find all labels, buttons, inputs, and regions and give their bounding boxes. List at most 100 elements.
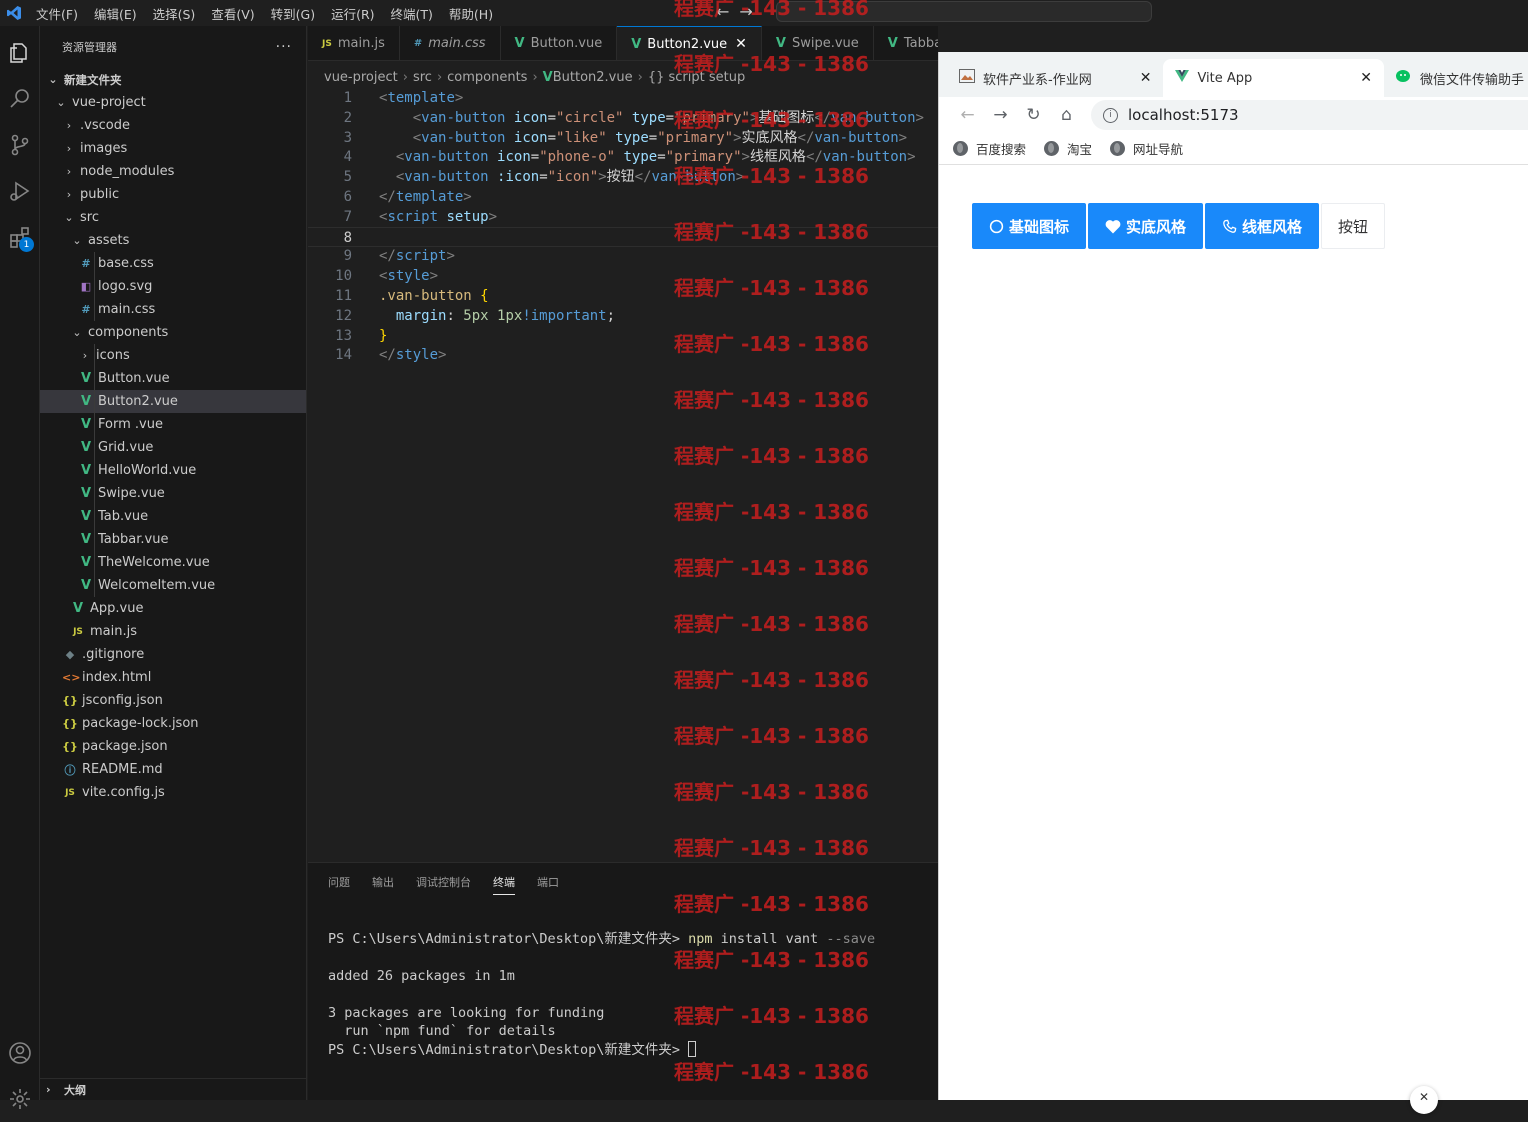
- breadcrumb-item[interactable]: Button2.vue: [553, 70, 633, 85]
- close-icon[interactable]: ✕: [1360, 70, 1372, 86]
- menu-item[interactable]: 编辑(E): [86, 4, 145, 23]
- file-tree-item[interactable]: ⌄ src: [40, 206, 306, 229]
- file-tree-item[interactable]: # base.css: [40, 252, 306, 275]
- file-tree-item[interactable]: V Button2.vue: [40, 390, 306, 413]
- run-debug-icon[interactable]: [0, 168, 40, 214]
- file-tree-item[interactable]: ⌄ vue-project: [40, 91, 306, 114]
- js-file-icon: JS: [73, 626, 83, 637]
- command-center-search[interactable]: [776, 1, 1152, 22]
- file-tree-item[interactable]: {} package-lock.json: [40, 712, 306, 735]
- file-tree-label: public: [80, 187, 120, 202]
- menu-item[interactable]: 选择(S): [145, 4, 204, 23]
- outline-label: 大纲: [64, 1083, 86, 1097]
- file-tree-item[interactable]: ◧ logo.svg: [40, 275, 306, 298]
- file-tree-item[interactable]: › public: [40, 183, 306, 206]
- vue-file-icon: V: [514, 36, 525, 51]
- panel-tab[interactable]: 端口: [537, 863, 559, 901]
- editor-tab[interactable]: V Button2.vue ✕: [617, 26, 762, 60]
- breadcrumb-item[interactable]: src: [413, 70, 432, 85]
- panel-tab[interactable]: 调试控制台: [416, 863, 471, 901]
- breadcrumb-item[interactable]: components: [447, 70, 527, 85]
- breadcrumb-item[interactable]: {} script setup: [648, 70, 745, 85]
- file-tree-item[interactable]: ⌄ assets: [40, 229, 306, 252]
- workspace-root-folder[interactable]: ⌄ 新建文件夹: [40, 68, 306, 91]
- nav-back-forward-icon[interactable]: ←→: [716, 2, 763, 21]
- file-tree-item[interactable]: V WelcomeItem.vue: [40, 574, 306, 597]
- forward-arrow-icon[interactable]: →: [984, 105, 1017, 125]
- menu-item[interactable]: 文件(F): [28, 4, 86, 23]
- file-tree-item[interactable]: V Grid.vue: [40, 436, 306, 459]
- menu-item[interactable]: 终端(T): [383, 4, 441, 23]
- terminal-flag: --save: [826, 930, 876, 947]
- file-tree-item[interactable]: V Tab.vue: [40, 505, 306, 528]
- code-token: van-button: [814, 129, 899, 146]
- editor-tab[interactable]: V Button.vue: [501, 26, 618, 60]
- panel-tab[interactable]: 问题: [328, 863, 350, 901]
- search-icon[interactable]: [0, 76, 40, 122]
- reload-icon[interactable]: ↻: [1017, 105, 1050, 125]
- menu-item[interactable]: 查看(V): [203, 4, 262, 23]
- file-tree-item[interactable]: # main.css: [40, 298, 306, 321]
- file-tree-item[interactable]: V Tabbar.vue: [40, 528, 306, 551]
- menu-item[interactable]: 帮助(H): [441, 4, 501, 23]
- file-tree-item[interactable]: {} package.json: [40, 735, 306, 758]
- bookmark-item[interactable]: 网址导航: [1110, 139, 1183, 158]
- back-arrow-icon[interactable]: ←: [951, 105, 984, 125]
- file-tree-item[interactable]: › images: [40, 137, 306, 160]
- terminal-output[interactable]: PS C:\Users\Administrator\Desktop\新建文件夹>…: [328, 911, 875, 1078]
- account-icon[interactable]: [0, 1030, 40, 1076]
- file-tree-item[interactable]: V HelloWorld.vue: [40, 459, 306, 482]
- code-token: ;: [606, 307, 616, 324]
- file-tree-item[interactable]: › .vscode: [40, 114, 306, 137]
- file-tree-item[interactable]: V App.vue: [40, 597, 306, 620]
- floating-close-button[interactable]: ✕: [1410, 1086, 1438, 1114]
- code-token: 1px: [497, 307, 523, 324]
- close-icon[interactable]: ✕: [735, 36, 747, 52]
- file-tree-item[interactable]: ◆ .gitignore: [40, 643, 306, 666]
- browser-tab-vite-app[interactable]: Vite App ✕: [1163, 59, 1385, 97]
- address-bar[interactable]: i localhost:5173: [1091, 100, 1528, 130]
- file-tree-item[interactable]: V TheWelcome.vue: [40, 551, 306, 574]
- panel-tab[interactable]: 输出: [372, 863, 394, 901]
- code-editor[interactable]: 1 <template> 2 <van-button icon="circle" t…: [308, 88, 938, 862]
- extensions-icon[interactable]: 1: [0, 214, 40, 260]
- file-tree-item[interactable]: V Swipe.vue: [40, 482, 306, 505]
- outline-section[interactable]: › 大纲: [40, 1078, 307, 1100]
- file-tree-item[interactable]: V Form .vue: [40, 413, 306, 436]
- bookmark-item[interactable]: 百度搜索: [953, 139, 1026, 158]
- file-tree-item[interactable]: ⓘ README.md: [40, 758, 306, 781]
- van-button[interactable]: 按钮: [1321, 203, 1386, 249]
- editor-tab[interactable]: # main.css: [400, 26, 501, 60]
- editor-tab[interactable]: JS main.js: [308, 26, 400, 60]
- explorer-icon[interactable]: [0, 30, 40, 76]
- close-icon[interactable]: ✕: [1140, 70, 1152, 86]
- van-button[interactable]: 实底风格: [1088, 203, 1204, 249]
- file-tree-item[interactable]: › icons: [40, 344, 306, 367]
- code-token: =: [530, 149, 540, 166]
- browser-tab-homework[interactable]: 软件产业系-作业网 ✕: [947, 59, 1163, 97]
- source-control-icon[interactable]: [0, 122, 40, 168]
- home-icon[interactable]: ⌂: [1050, 105, 1083, 125]
- van-button[interactable]: 线框风格: [1205, 203, 1320, 249]
- editor-tab[interactable]: V Tabbar.vue: [874, 26, 938, 60]
- code-line: 10 <style>: [308, 266, 938, 286]
- van-button[interactable]: 基础图标: [972, 203, 1087, 249]
- more-actions-icon[interactable]: ···: [276, 39, 292, 55]
- file-tree-item[interactable]: {} jsconfig.json: [40, 689, 306, 712]
- file-tree-item[interactable]: › node_modules: [40, 160, 306, 183]
- file-tree-item[interactable]: ⌄ components: [40, 321, 306, 344]
- bookmark-item[interactable]: 淘宝: [1044, 139, 1092, 158]
- settings-gear-icon[interactable]: [0, 1076, 40, 1122]
- browser-tab-wechat[interactable]: 微信文件传输助手: [1384, 59, 1528, 97]
- file-tree-item[interactable]: V Button.vue: [40, 367, 306, 390]
- file-tree-item[interactable]: <> index.html: [40, 666, 306, 689]
- menu-item[interactable]: 运行(R): [323, 4, 382, 23]
- menu-item[interactable]: 转到(G): [263, 4, 323, 23]
- site-info-icon[interactable]: i: [1103, 107, 1118, 123]
- file-tree-item[interactable]: JS main.js: [40, 620, 306, 643]
- editor-tab[interactable]: V Swipe.vue: [762, 26, 874, 60]
- panel-tab[interactable]: 终端: [493, 869, 515, 895]
- file-tree-item[interactable]: JS vite.config.js: [40, 781, 306, 804]
- breadcrumb-item[interactable]: vue-project: [324, 70, 398, 85]
